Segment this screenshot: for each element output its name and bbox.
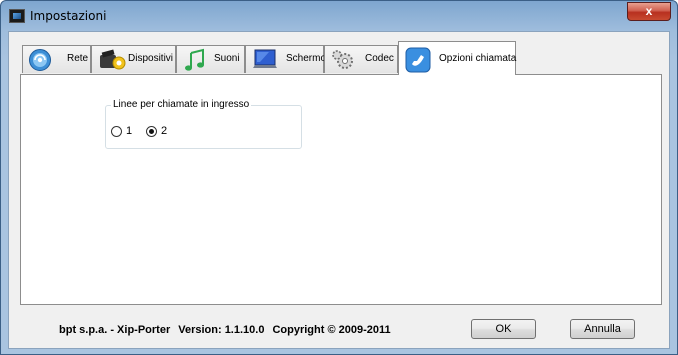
version-text: Version: 1.1.10.0 [178, 324, 265, 336]
dialog-client-area: Rete Dispositivi Suoni Schermo Codec Opz… [8, 31, 670, 349]
close-icon: x [645, 4, 653, 18]
company-name: bpt s.p.a. - Xip-Porter [59, 324, 171, 336]
footer-info: bpt s.p.a. - Xip-Porter Version: 1.1.10.0… [59, 324, 391, 336]
radio-label-2: 2 [161, 125, 168, 137]
gears-codec-icon [332, 50, 353, 69]
settings-window: Impostazioni x Rete Dispositivi Suoni Sc… [0, 0, 678, 355]
tab-label: Rete [67, 53, 89, 64]
tab-label: Suoni [214, 53, 240, 64]
network-globe-icon [29, 49, 51, 71]
title-bar[interactable]: Impostazioni x [1, 1, 677, 31]
tab-codec[interactable]: Codec [324, 45, 398, 73]
tab-label: Opzioni chiamata [439, 53, 517, 64]
tab-rete[interactable]: Rete [22, 45, 91, 73]
camera-devices-icon [100, 49, 126, 70]
groupbox-legend: Linee per chiamate in ingresso [111, 99, 252, 110]
window-title: Impostazioni [30, 9, 107, 23]
tab-schermo[interactable]: Schermo [245, 45, 327, 73]
radio-selected-dot [149, 129, 154, 134]
monitor-icon [253, 49, 277, 68]
radio-lines-1[interactable] [111, 126, 122, 137]
phone-call-icon [405, 47, 431, 73]
radio-label-1: 1 [126, 125, 133, 137]
ok-button[interactable]: OK [471, 319, 536, 339]
music-note-icon [185, 48, 204, 71]
tab-label: Schermo [286, 53, 327, 64]
app-icon [9, 9, 25, 23]
tab-suoni[interactable]: Suoni [176, 45, 245, 73]
incoming-lines-groupbox: Linee per chiamate in ingresso 1 2 [105, 99, 302, 149]
cancel-button[interactable]: Annulla [570, 319, 635, 339]
copyright-text: Copyright © 2009-2011 [272, 324, 391, 336]
close-button[interactable]: x [627, 2, 671, 21]
tab-label: Codec [365, 53, 394, 64]
tab-label: Dispositivi [128, 53, 174, 64]
radio-lines-2[interactable] [146, 126, 157, 137]
tab-dispositivi[interactable]: Dispositivi [91, 45, 176, 73]
tab-panel: Linee per chiamate in ingresso 1 2 [20, 74, 662, 305]
tab-opzioni-chiamata[interactable]: Opzioni chiamata [398, 41, 516, 75]
